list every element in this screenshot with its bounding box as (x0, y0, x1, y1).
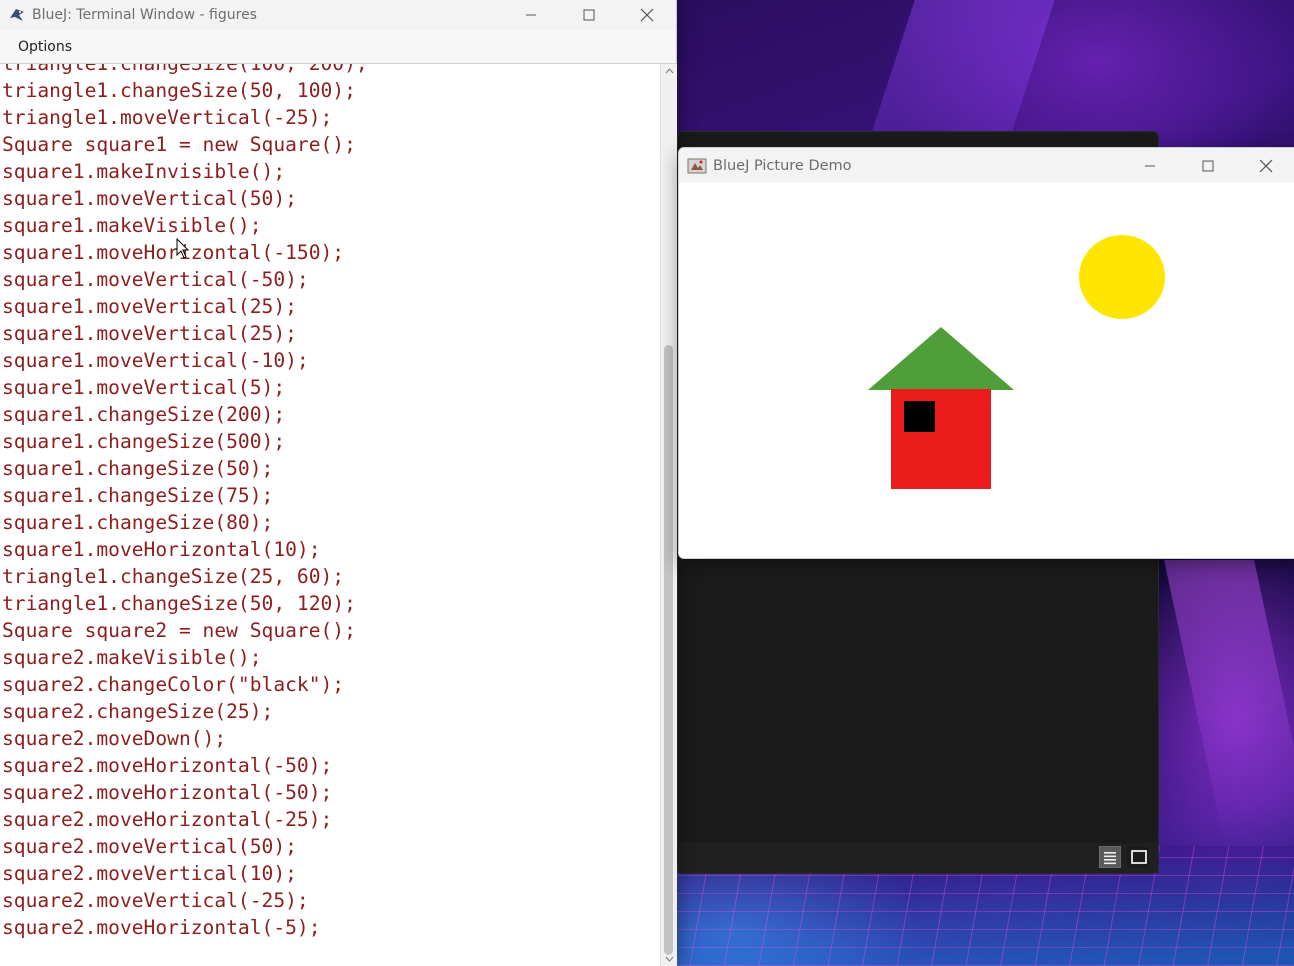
terminal-line: square2.moveVertical(-25); (2, 889, 309, 912)
terminal-line: square2.moveVertical(10); (2, 862, 297, 885)
minimize-button[interactable] (502, 0, 560, 30)
picture-demo-title: BlueJ Picture Demo (713, 157, 852, 174)
terminal-line: square2.makeVisible(); (2, 646, 262, 669)
maximize-icon (583, 9, 595, 21)
chevron-down-icon (665, 956, 673, 962)
vertical-scrollbar[interactable] (660, 64, 677, 966)
terminal-line: square1.changeSize(75); (2, 484, 274, 507)
terminal-line: square2.moveHorizontal(-50); (2, 754, 333, 777)
terminal-window: BlueJ: Terminal Window - figures Options… (0, 0, 677, 966)
mouse-cursor-icon (176, 238, 190, 259)
terminal-window-controls (502, 0, 676, 30)
terminal-output[interactable]: triangle1.changeSize(100, 200); triangle1… (0, 64, 660, 966)
terminal-line: square1.changeSize(500); (2, 430, 286, 453)
terminal-line: square1.changeSize(200); (2, 403, 286, 426)
picture-canvas (679, 183, 1294, 558)
background-window-footer (678, 843, 1158, 873)
maximize-button[interactable] (560, 0, 618, 30)
close-icon (1259, 159, 1273, 172)
terminal-line: triangle1.changeSize(50, 120); (2, 592, 356, 615)
terminal-line: square1.moveHorizontal(10); (2, 538, 321, 561)
terminal-line: square1.makeInvisible(); (2, 160, 286, 183)
terminal-line: square1.moveVertical(50); (2, 187, 297, 210)
terminal-line: triangle1.changeSize(50, 100); (2, 79, 356, 102)
terminal-line: square2.moveDown(); (2, 727, 227, 750)
terminal-line: square1.moveVertical(-50); (2, 268, 309, 291)
java-app-icon (687, 158, 707, 173)
maximize-button[interactable] (1179, 148, 1237, 183)
terminal-line: triangle1.moveVertical(-25); (2, 106, 333, 129)
close-button[interactable] (618, 0, 676, 30)
minimize-icon (526, 14, 536, 16)
house-roof-triangle (868, 327, 1014, 390)
terminal-line: square1.makeVisible(); (2, 214, 262, 237)
house-window-square (904, 401, 935, 432)
terminal-line: triangle1.changeSize(25, 60); (2, 565, 345, 588)
terminal-line: triangle1.changeSize(100, 200); (2, 64, 368, 77)
terminal-output-lines: triangle1.changeSize(100, 200); triangle1… (2, 64, 368, 941)
terminal-line: square2.moveVertical(50); (2, 835, 297, 858)
terminal-line: square2.changeColor("black"); (2, 673, 345, 696)
picture-demo-window-controls (1121, 148, 1294, 183)
tile-view-icon (1131, 850, 1147, 864)
terminal-line: square1.moveVertical(25); (2, 295, 297, 318)
terminal-line: square1.changeSize(50); (2, 457, 274, 480)
terminal-line: square1.changeSize(80); (2, 511, 274, 534)
picture-demo-window: BlueJ Picture Demo (678, 147, 1294, 559)
list-view-icon (1104, 852, 1116, 865)
terminal-line: Square square2 = new Square(); (2, 619, 356, 642)
terminal-titlebar[interactable]: BlueJ: Terminal Window - figures (0, 0, 676, 30)
terminal-line: square1.moveVertical(-10); (2, 349, 309, 372)
terminal-line: square2.moveHorizontal(-25); (2, 808, 333, 831)
terminal-line: square2.changeSize(25); (2, 700, 274, 723)
chevron-up-icon (665, 68, 673, 74)
minimize-icon (1145, 165, 1155, 166)
close-button[interactable] (1237, 148, 1294, 183)
scroll-down-button[interactable] (661, 952, 677, 966)
terminal-title: BlueJ: Terminal Window - figures (32, 7, 257, 23)
terminal-line: square2.moveHorizontal(-50); (2, 781, 333, 804)
terminal-menubar: Options (0, 30, 676, 64)
options-menu[interactable]: Options (18, 39, 72, 55)
tile-view-button[interactable] (1127, 846, 1149, 868)
wallpaper-shape (1164, 560, 1294, 860)
close-icon (640, 8, 654, 22)
list-view-button[interactable] (1099, 846, 1121, 868)
bluej-bird-icon (10, 9, 24, 21)
terminal-line: square2.moveHorizontal(-5); (2, 916, 321, 939)
picture-demo-titlebar[interactable]: BlueJ Picture Demo (679, 148, 1294, 183)
scroll-up-button[interactable] (661, 64, 677, 78)
terminal-line: Square square1 = new Square(); (2, 133, 356, 156)
scroll-thumb[interactable] (664, 345, 673, 955)
minimize-button[interactable] (1121, 148, 1179, 183)
terminal-line: square1.moveVertical(5); (2, 376, 286, 399)
maximize-icon (1202, 160, 1214, 171)
terminal-line: square1.moveVertical(25); (2, 322, 297, 345)
sun-circle (1079, 235, 1165, 319)
